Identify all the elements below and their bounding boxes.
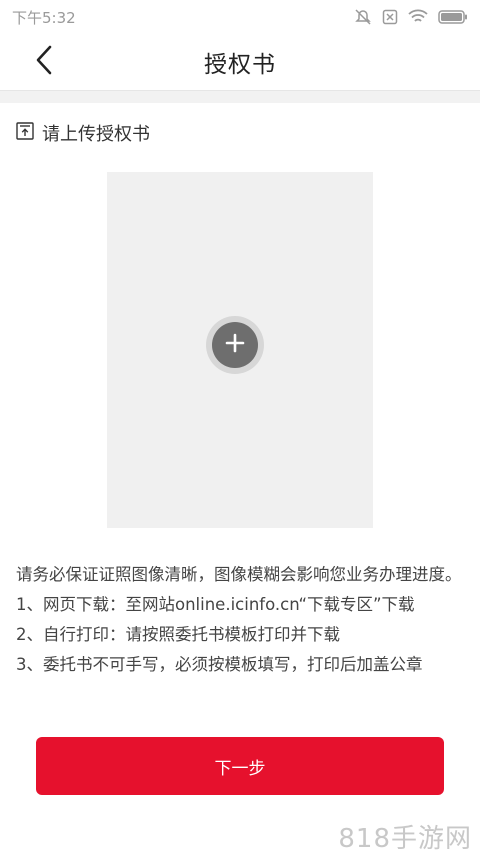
- watermark-logo: 818手游网: [338, 824, 472, 854]
- notice-line: 2、自行打印：请按照委托书模板打印并下载: [16, 625, 340, 644]
- status-time: 下午5:32: [12, 8, 76, 27]
- status-icons: [354, 8, 468, 26]
- notice-line: 请务必保证证照图像清晰，图像模糊会影响您业务办理进度。: [16, 565, 462, 584]
- upload-section-label: 请上传授权书: [42, 124, 150, 145]
- nav-bar: 授权书: [0, 34, 480, 90]
- plus-icon: [225, 333, 245, 357]
- next-step-button[interactable]: 下一步: [36, 737, 444, 795]
- notice-line: 3、委托书不可手写，必须按模板填写，打印后加盖公章: [16, 655, 423, 674]
- notice-line: 1、网页下载：至网站online.icinfo.cn“下载专区”下载: [16, 595, 415, 614]
- chevron-left-icon: [34, 45, 54, 79]
- page-title: 授权书: [204, 52, 276, 78]
- notice-text: 请务必保证证照图像清晰，图像模糊会影响您业务办理进度。 1、网页下载：至网站on…: [16, 560, 468, 680]
- add-photo-button[interactable]: [206, 316, 264, 374]
- upload-icon: [16, 122, 34, 144]
- wifi-icon: [408, 9, 428, 25]
- sim-x-icon: [382, 9, 398, 25]
- back-button[interactable]: [26, 44, 62, 80]
- mute-icon: [354, 8, 372, 26]
- battery-icon: [438, 10, 468, 24]
- status-bar: 下午5:32: [0, 0, 480, 34]
- header-divider: [0, 90, 480, 103]
- upload-section-header: 请上传授权书: [16, 120, 150, 146]
- upload-area[interactable]: [107, 172, 373, 528]
